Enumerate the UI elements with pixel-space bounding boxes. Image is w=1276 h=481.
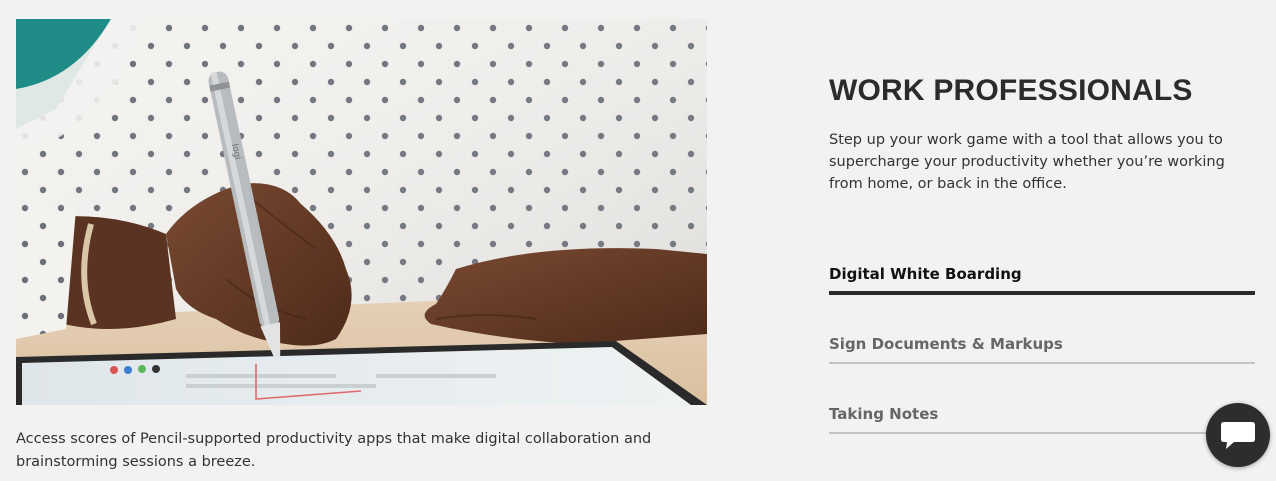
tab-label: Sign Documents & Markups bbox=[829, 335, 1063, 353]
page: logi Access scores of Pencil-supported p… bbox=[0, 0, 1276, 481]
section-title: WORK PROFESSIONALS bbox=[829, 74, 1193, 107]
chat-button[interactable] bbox=[1206, 403, 1270, 467]
chat-bubble-icon bbox=[1221, 422, 1255, 449]
tab-label: Taking Notes bbox=[829, 405, 939, 423]
hero-caption: Access scores of Pencil-supported produc… bbox=[16, 431, 652, 470]
tab-divider bbox=[829, 432, 1255, 434]
tab-label: Digital White Boarding bbox=[829, 265, 1022, 283]
tab-taking-notes[interactable]: Taking Notes bbox=[829, 398, 1255, 468]
tab-active-indicator bbox=[829, 291, 1255, 295]
tab-sign-documents-markups[interactable]: Sign Documents & Markups bbox=[829, 328, 1255, 398]
tab-divider bbox=[829, 362, 1255, 364]
section-description: Step up your work game with a tool that … bbox=[829, 132, 1225, 192]
tab-digital-white-boarding[interactable]: Digital White Boarding bbox=[829, 258, 1255, 328]
feature-tabs: Digital White Boarding Sign Documents & … bbox=[829, 258, 1255, 468]
hero-image: logi bbox=[16, 19, 707, 405]
